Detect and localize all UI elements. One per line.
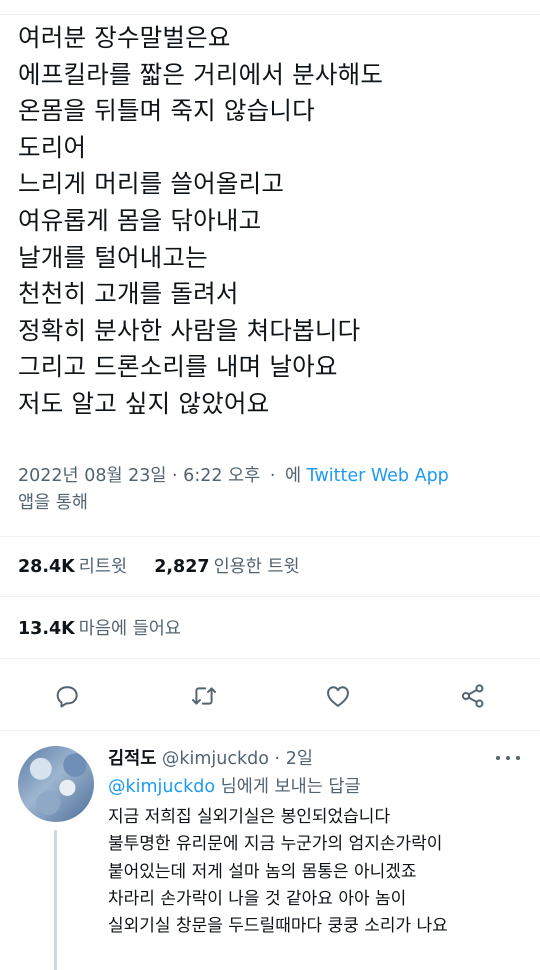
tweet-line: 천천히 고개를 돌려서 — [18, 279, 239, 309]
likes-count: 13.4K — [18, 619, 75, 639]
reply-time[interactable]: 2일 — [286, 749, 313, 769]
tweet-line: 그리고 드론소리를 내며 날아요 — [18, 352, 338, 382]
via-text: 에 — [284, 466, 302, 486]
header-dot: · — [274, 749, 281, 769]
retweet-stats: 28.4K 리트윗 2,827 인용한 트윗 — [18, 555, 300, 579]
reply-author-name[interactable]: 김적도 — [108, 749, 156, 769]
reply-line: 실외기실 창문을 두드릴때마다 쿵쿵 소리가 나요 — [108, 916, 448, 937]
tweet-line: 여유롭게 몸을 닦아내고 — [18, 205, 262, 235]
tweet-line: 도리어 — [18, 132, 87, 162]
meta-divider — [0, 536, 540, 537]
stats-divider — [0, 596, 540, 597]
reply-line: 붙어있는데 저게 설마 놈의 몸통은 아니겠죠 — [108, 861, 417, 882]
source-suffix: 앱을 통해 — [18, 493, 88, 513]
quotes-label: 인용한 트윗 — [213, 557, 300, 577]
tweet-line: 느리게 머리를 쓸어올리고 — [18, 169, 285, 199]
meta-separator: · — [269, 466, 276, 486]
retweets-count: 28.4K — [18, 557, 75, 577]
likes-divider — [0, 658, 540, 659]
tweet-line: 정확히 분사한 사람을 쳐다봅니다 — [18, 315, 361, 345]
replying-to: @kimjuckdo 님에게 보내는 답글 — [108, 774, 361, 800]
reply-line: 지금 저희집 실외기실은 봉인되었습니다 — [108, 807, 391, 827]
reply-header: 김적도 @kimjuckdo · 2일 — [108, 746, 313, 772]
retweets-link[interactable]: 28.4K 리트윗 — [18, 557, 133, 577]
thread-connector — [54, 830, 57, 970]
reply-author-handle[interactable]: @kimjuckdo — [162, 749, 269, 769]
reply-button[interactable] — [43, 672, 91, 720]
tweet-line: 날개를 털어내고는 — [18, 242, 208, 272]
tweet-line: 에프킬라를 짧은 거리에서 분사해도 — [18, 59, 384, 89]
retweets-label: 리트윗 — [78, 557, 128, 577]
reply-line: 차라리 손가락이 나을 것 같아요 아아 놈이 — [108, 888, 407, 909]
avatar[interactable] — [18, 746, 94, 822]
source-link[interactable]: Twitter Web App — [307, 466, 449, 486]
tweet-line: 온몸을 뒤틀며 죽지 않습니다 — [18, 96, 315, 126]
share-icon — [461, 684, 484, 708]
tweet-text: 여러분 장수말벌은요 에프킬라를 짧은 거리에서 분사해도 온몸을 뒤틀며 죽지… — [18, 20, 528, 423]
quotes-count: 2,827 — [154, 557, 210, 577]
likes-label: 마음에 들어요 — [78, 619, 181, 639]
reply-tweet[interactable]: 김적도 @kimjuckdo · 2일 @kimjuckdo 님에게 보내는 답… — [0, 730, 540, 970]
tweet-metadata: 2022년 08월 23일 · 6:22 오후 · 에 Twitter Web … — [18, 463, 528, 517]
reply-icon — [56, 686, 78, 708]
reply-to-suffix: 님에게 보내는 답글 — [215, 777, 361, 797]
quotes-link[interactable]: 2,827 인용한 트윗 — [154, 557, 299, 577]
reply-mention[interactable]: @kimjuckdo — [108, 777, 215, 797]
tweet-timestamp[interactable]: 2022년 08월 23일 · 6:22 오후 — [18, 466, 260, 486]
tweet-action-bar — [0, 672, 540, 720]
share-button[interactable] — [449, 672, 497, 720]
tweet-line: 저도 알고 싶지 않았어요 — [18, 388, 270, 418]
retweet-icon — [191, 687, 217, 705]
tweet-line: 여러분 장수말벌은요 — [18, 23, 231, 52]
like-icon — [327, 686, 349, 707]
reply-line: 불투명한 유리문에 지금 누군가의 엄지손가락이 — [108, 834, 443, 855]
more-options-icon[interactable] — [496, 754, 520, 762]
top-divider — [0, 14, 540, 15]
likes-stats[interactable]: 13.4K 마음에 들어요 — [18, 617, 181, 641]
retweet-button[interactable] — [180, 672, 228, 720]
like-button[interactable] — [314, 672, 362, 720]
reply-text: 지금 저희집 실외기실은 봉인되었습니다 불투명한 유리문에 지금 누군가의 엄… — [108, 804, 528, 940]
